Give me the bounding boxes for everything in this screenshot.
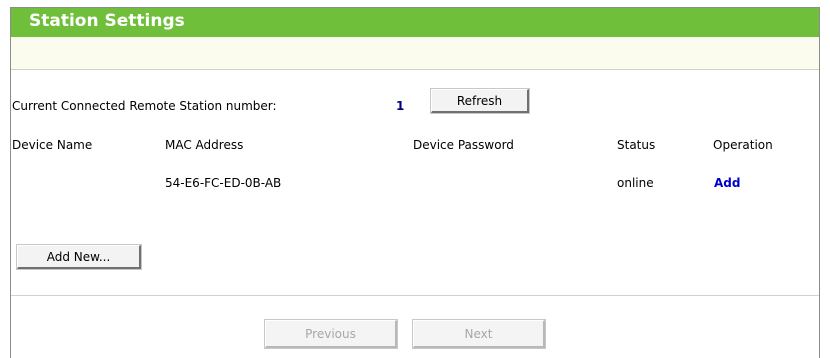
column-header-status: Status xyxy=(617,138,656,152)
connected-count-value: 1 xyxy=(396,99,405,113)
row-status: online xyxy=(617,176,654,190)
column-header-device-password: Device Password xyxy=(413,138,514,152)
page-title: Station Settings xyxy=(29,11,185,31)
next-button[interactable]: Next xyxy=(412,319,546,349)
row-mac-address: 54-E6-FC-ED-0B-AB xyxy=(165,176,282,190)
add-new-button[interactable]: Add New... xyxy=(16,244,142,270)
station-settings-panel: Station Settings Current Connected Remot… xyxy=(10,7,820,358)
connected-count-label: Current Connected Remote Station number: xyxy=(12,99,277,113)
add-station-link[interactable]: Add xyxy=(714,176,740,190)
column-header-operation: Operation xyxy=(713,138,773,152)
refresh-button[interactable]: Refresh xyxy=(430,88,530,114)
title-bar: Station Settings xyxy=(11,7,819,37)
previous-button[interactable]: Previous xyxy=(264,319,398,349)
column-header-mac-address: MAC Address xyxy=(165,138,244,152)
divider-bottom xyxy=(11,295,819,296)
divider-top xyxy=(11,69,819,70)
column-header-device-name: Device Name xyxy=(12,138,93,152)
sub-header-band xyxy=(11,37,819,69)
